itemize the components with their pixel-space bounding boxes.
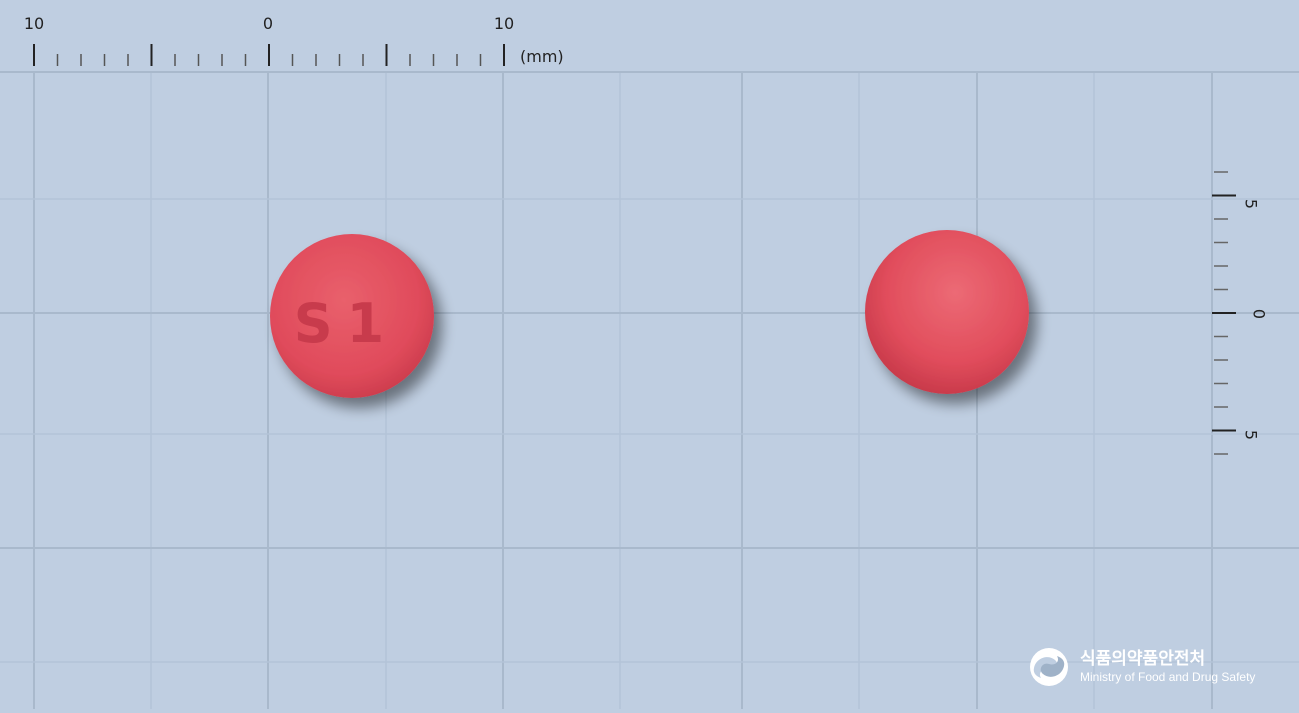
- logo-english-text: Ministry of Food and Drug Safety: [1080, 670, 1256, 684]
- pill-imprint: S1: [294, 292, 398, 355]
- top-ruler-label-left: 10: [24, 14, 44, 33]
- right-ruler-label-bottom: 5: [1242, 430, 1261, 440]
- top-ruler-label-zero: 0: [263, 14, 273, 33]
- right-ruler-label-zero: 0: [1250, 309, 1269, 319]
- right-ruler-ticks: [1212, 171, 1236, 455]
- mfds-emblem-icon: [1030, 648, 1068, 686]
- grid-lines: [0, 72, 1299, 709]
- pill-back: [865, 230, 1029, 394]
- pill-photo-canvas: 10 0 10 (mm) 5 0 5 S1: [0, 0, 1299, 709]
- logo-korean-text: 식품의약품안전처: [1080, 649, 1206, 669]
- top-ruler-label-right: 10: [494, 14, 514, 33]
- top-ruler: 10 0 10 (mm): [0, 0, 1299, 73]
- top-ruler-unit: (mm): [520, 47, 564, 66]
- right-ruler-label-top: 5: [1242, 199, 1261, 209]
- mfds-logo: 식품의약품안전처 Ministry of Food and Drug Safet…: [1028, 646, 1255, 688]
